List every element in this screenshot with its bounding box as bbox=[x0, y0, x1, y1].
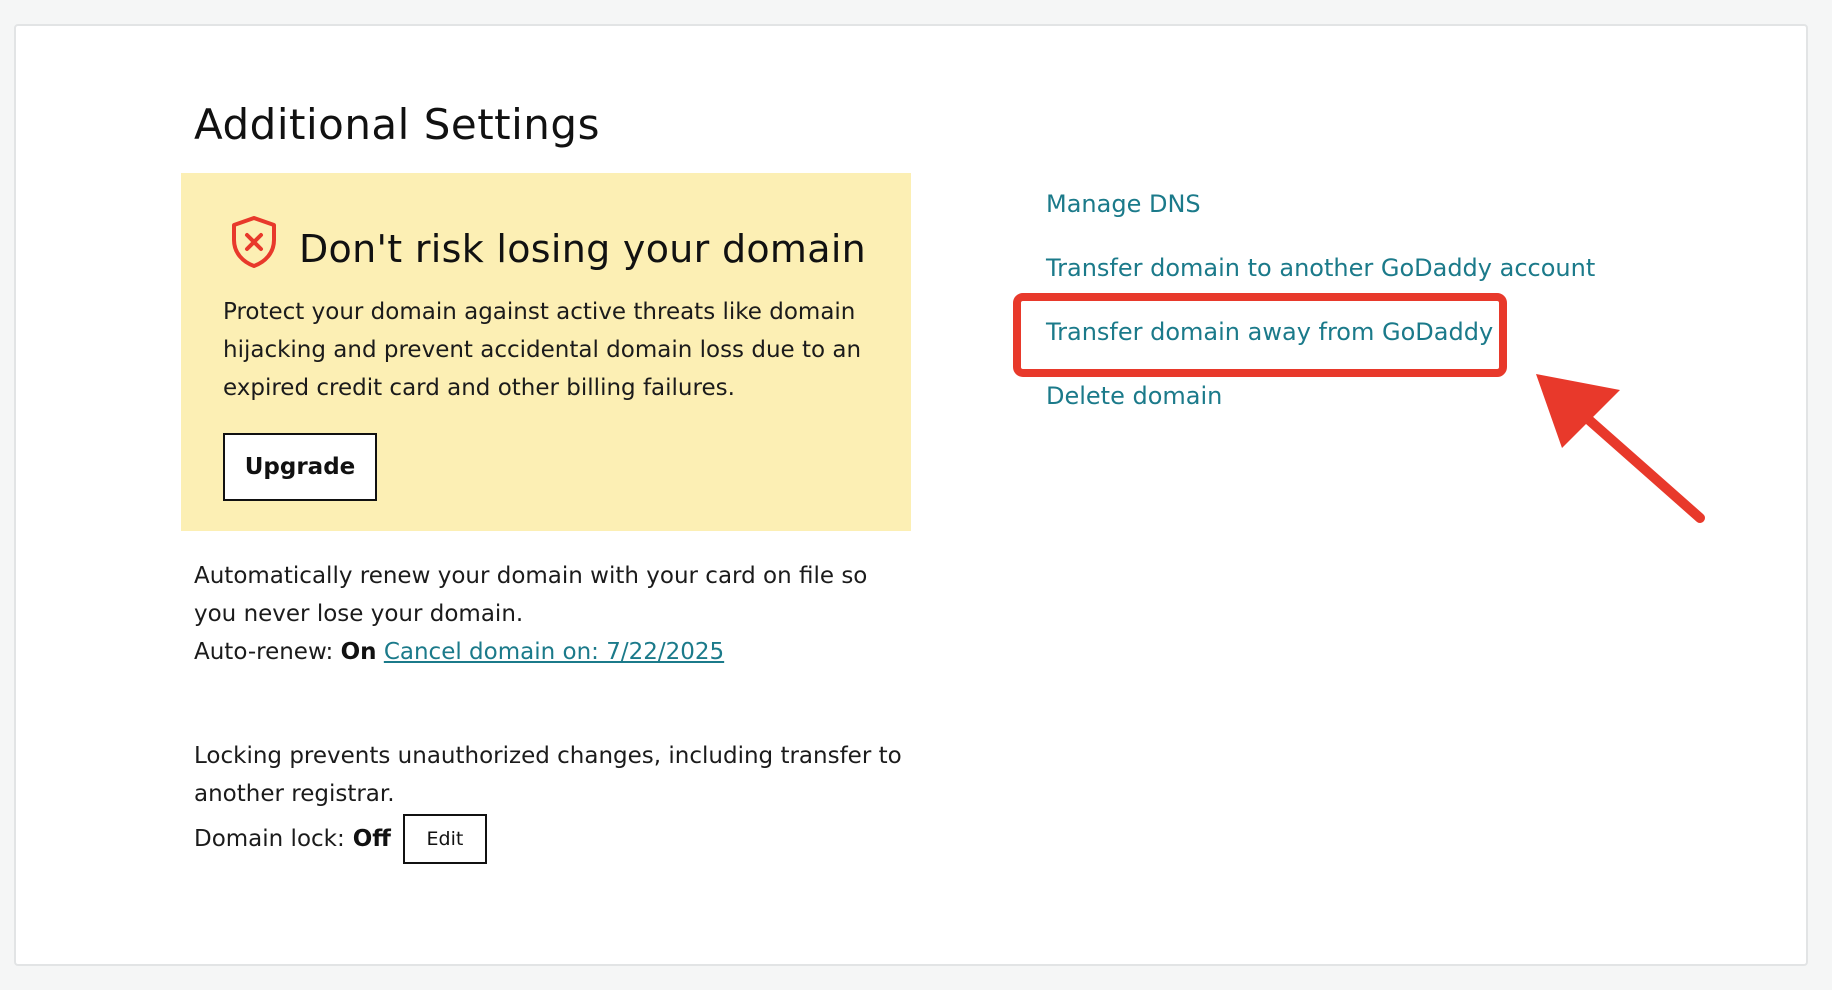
shield-x-icon bbox=[229, 215, 279, 269]
auto-renew-status: On bbox=[340, 639, 377, 665]
page-title: Additional Settings bbox=[194, 100, 600, 149]
highlight-box-annotation bbox=[1013, 293, 1507, 377]
delete-domain-link[interactable]: Delete domain bbox=[1046, 380, 1595, 444]
manage-dns-link[interactable]: Manage DNS bbox=[1046, 188, 1595, 252]
cancel-domain-link[interactable]: Cancel domain on: 7/22/2025 bbox=[384, 639, 724, 665]
domain-lock-row: Domain lock: Off Edit bbox=[194, 814, 487, 864]
upgrade-button[interactable]: Upgrade bbox=[223, 433, 377, 501]
domain-lock-status: Off bbox=[352, 826, 391, 852]
auto-renew-description: Automatically renew your domain with you… bbox=[194, 563, 868, 627]
promo-description: Protect your domain against active threa… bbox=[223, 299, 862, 401]
arrow-annotation-icon bbox=[1520, 360, 1720, 535]
domain-lock-description: Locking prevents unauthorized changes, i… bbox=[194, 743, 902, 807]
promo-title: Don't risk losing your domain bbox=[299, 227, 867, 271]
auto-renew-label: Auto-renew: bbox=[194, 639, 334, 665]
domain-lock-label: Domain lock: bbox=[194, 826, 345, 852]
upgrade-promo-banner: Don't risk losing your domain Protect yo… bbox=[181, 173, 911, 531]
auto-renew-row: Auto-renew: On Cancel domain on: 7/22/20… bbox=[194, 633, 914, 671]
domain-lock-section: Locking prevents unauthorized changes, i… bbox=[194, 737, 914, 813]
auto-renew-section: Automatically renew your domain with you… bbox=[194, 557, 914, 671]
domain-lock-edit-button[interactable]: Edit bbox=[402, 814, 487, 864]
